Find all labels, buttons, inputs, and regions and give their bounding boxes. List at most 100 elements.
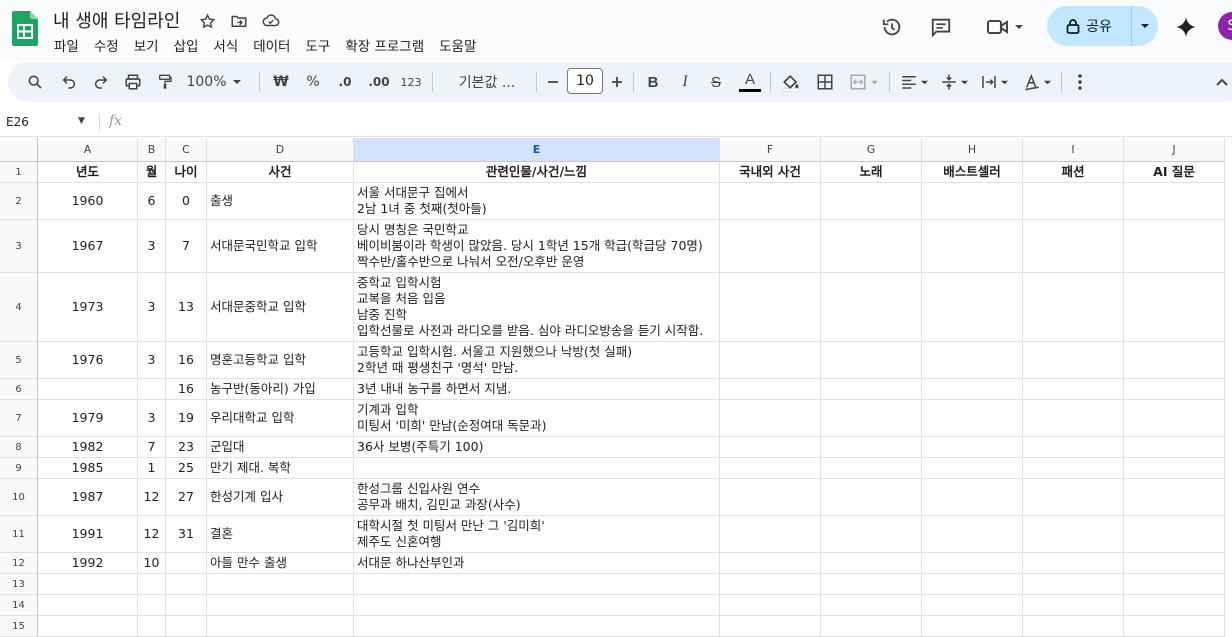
table-cell[interactable]: 1992 <box>38 553 138 574</box>
strikethrough-button[interactable]: S <box>705 62 727 102</box>
table-cell[interactable] <box>720 574 821 595</box>
table-cell[interactable]: 12 <box>138 479 166 516</box>
table-cell[interactable] <box>166 553 207 574</box>
table-cell[interactable] <box>138 595 166 616</box>
menu-tools[interactable]: 도구 <box>305 35 330 55</box>
table-cell[interactable] <box>720 183 821 220</box>
paint-format-icon[interactable] <box>152 62 178 102</box>
table-cell[interactable] <box>821 595 922 616</box>
table-cell[interactable] <box>922 516 1023 553</box>
table-cell[interactable]: 12 <box>138 516 166 553</box>
table-cell[interactable] <box>138 574 166 595</box>
table-cell[interactable]: 농구반(동아리) 가입 <box>207 379 354 400</box>
document-title[interactable]: 내 생애 타임라인 <box>53 7 180 33</box>
gemini-sparkle-icon[interactable] <box>1170 8 1202 46</box>
header-cell[interactable]: 년도 <box>38 162 138 183</box>
table-cell[interactable]: 31 <box>166 516 207 553</box>
table-cell[interactable] <box>1124 342 1225 379</box>
fill-color-icon[interactable] <box>778 62 804 102</box>
table-cell[interactable]: 7 <box>166 220 207 273</box>
table-cell[interactable]: 서대문 하나산부인과 <box>354 553 720 574</box>
menu-data[interactable]: 데이터 <box>253 35 290 55</box>
header-cell[interactable]: AI 질문 <box>1124 162 1225 183</box>
cloud-status-icon[interactable] <box>260 10 282 32</box>
star-icon[interactable] <box>196 10 218 32</box>
table-cell[interactable] <box>922 458 1023 479</box>
decrease-font-size-icon[interactable] <box>543 62 563 102</box>
table-cell[interactable] <box>821 437 922 458</box>
table-cell[interactable]: 1987 <box>38 479 138 516</box>
table-cell[interactable] <box>38 379 138 400</box>
table-cell[interactable] <box>354 574 720 595</box>
table-cell[interactable]: 16 <box>166 342 207 379</box>
table-cell[interactable]: 출생 <box>207 183 354 220</box>
table-cell[interactable] <box>922 574 1023 595</box>
comments-icon[interactable] <box>925 8 957 46</box>
table-cell[interactable] <box>922 400 1023 437</box>
table-cell[interactable] <box>1023 400 1124 437</box>
percent-format-button[interactable]: % <box>302 62 324 102</box>
table-cell[interactable]: 3 <box>138 220 166 273</box>
table-cell[interactable]: 23 <box>166 437 207 458</box>
italic-button[interactable]: I <box>674 62 696 102</box>
row-header[interactable]: 10 <box>0 479 38 516</box>
table-cell[interactable] <box>207 595 354 616</box>
text-color-button[interactable]: A <box>737 62 763 102</box>
table-cell[interactable] <box>354 595 720 616</box>
table-cell[interactable] <box>821 553 922 574</box>
table-cell[interactable] <box>821 516 922 553</box>
table-cell[interactable] <box>1023 342 1124 379</box>
meet-video-icon[interactable] <box>980 8 1030 46</box>
table-cell[interactable] <box>720 220 821 273</box>
table-cell[interactable]: 1982 <box>38 437 138 458</box>
table-cell[interactable] <box>1023 516 1124 553</box>
table-cell[interactable] <box>1023 479 1124 516</box>
row-header[interactable]: 2 <box>0 183 38 220</box>
table-cell[interactable] <box>922 183 1023 220</box>
table-cell[interactable] <box>166 595 207 616</box>
horizontal-align-icon[interactable] <box>896 62 932 102</box>
table-cell[interactable]: 1976 <box>38 342 138 379</box>
row-header[interactable]: 1 <box>0 162 38 183</box>
table-cell[interactable] <box>1023 553 1124 574</box>
number-format-button[interactable]: 123 <box>398 62 424 102</box>
table-cell[interactable] <box>1023 220 1124 273</box>
table-cell[interactable] <box>821 183 922 220</box>
menu-edit[interactable]: 수정 <box>94 35 119 55</box>
vertical-align-icon[interactable] <box>936 62 972 102</box>
table-cell[interactable]: 중학교 입학시험 교복을 처음 입음 남중 진학 입학선물로 사전과 라디오를 … <box>354 273 720 342</box>
column-header-a[interactable]: A <box>38 138 138 162</box>
table-cell[interactable] <box>821 273 922 342</box>
table-cell[interactable] <box>922 437 1023 458</box>
menu-help[interactable]: 도움말 <box>439 35 476 55</box>
chevron-down-icon[interactable]: ▼ <box>78 116 85 126</box>
select-all-corner[interactable] <box>0 138 38 162</box>
menu-insert[interactable]: 삽입 <box>174 35 199 55</box>
move-folder-icon[interactable] <box>228 10 250 32</box>
table-cell[interactable] <box>922 342 1023 379</box>
table-cell[interactable]: 서대문중학교 입학 <box>207 273 354 342</box>
table-cell[interactable] <box>38 595 138 616</box>
table-cell[interactable]: 명훈고등학교 입학 <box>207 342 354 379</box>
text-rotation-icon[interactable] <box>1018 62 1056 102</box>
table-cell[interactable] <box>821 479 922 516</box>
column-header-e[interactable]: E <box>354 138 720 162</box>
table-cell[interactable]: 한성그룹 신입사원 연수 공무과 배치, 김민교 과장(사수) <box>354 479 720 516</box>
table-cell[interactable]: 16 <box>166 379 207 400</box>
column-header-f[interactable]: F <box>720 138 821 162</box>
table-cell[interactable] <box>1124 595 1225 616</box>
sheets-logo-icon[interactable] <box>12 11 38 46</box>
row-header[interactable]: 4 <box>0 273 38 342</box>
formula-input[interactable] <box>140 115 1140 131</box>
table-cell[interactable] <box>821 220 922 273</box>
menu-file[interactable]: 파일 <box>54 35 79 55</box>
header-cell[interactable]: 국내외 사건 <box>720 162 821 183</box>
table-cell[interactable] <box>821 574 922 595</box>
table-cell[interactable] <box>1124 400 1225 437</box>
table-cell[interactable]: 아들 만수 출생 <box>207 553 354 574</box>
table-cell[interactable] <box>1124 516 1225 553</box>
table-cell[interactable] <box>1023 437 1124 458</box>
table-cell[interactable] <box>922 479 1023 516</box>
table-cell[interactable]: 1960 <box>38 183 138 220</box>
text-wrapping-icon[interactable] <box>976 62 1012 102</box>
